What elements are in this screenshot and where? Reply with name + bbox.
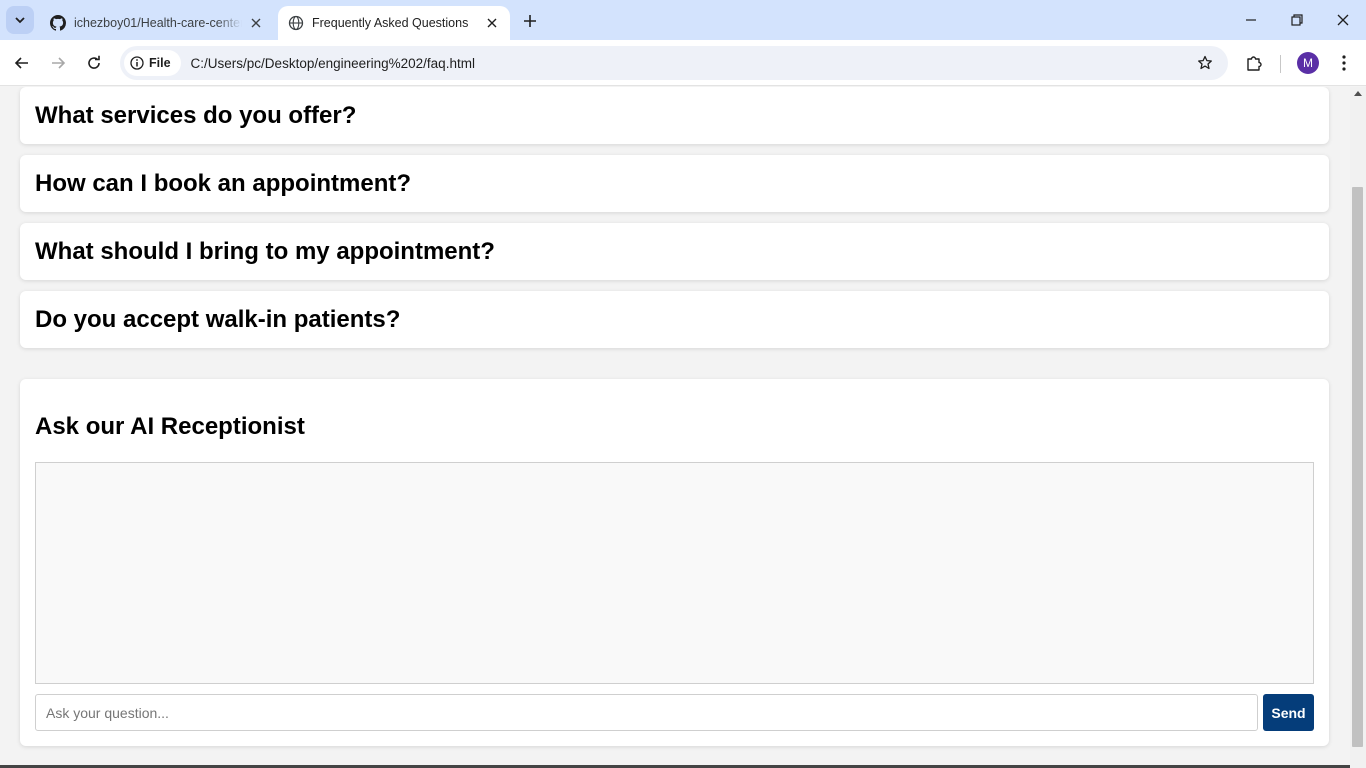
close-icon: [1337, 14, 1349, 26]
send-button[interactable]: Send: [1263, 694, 1314, 731]
faq-item[interactable]: What should I bring to my appointment?: [20, 223, 1329, 280]
chat-log[interactable]: [35, 462, 1314, 684]
puzzle-icon: [1247, 56, 1262, 71]
site-info-chip[interactable]: File: [124, 50, 181, 76]
close-tab-icon[interactable]: [484, 15, 500, 31]
more-vert-icon: [1342, 55, 1346, 71]
faq-item[interactable]: How can I book an appointment?: [20, 155, 1329, 212]
tab-github[interactable]: ichezboy01/Health-care-center: [40, 6, 274, 40]
bookmark-button[interactable]: [1194, 52, 1216, 74]
url-text[interactable]: C:/Users/pc/Desktop/engineering%202/faq.…: [191, 56, 475, 71]
browser-menu-button[interactable]: [1332, 51, 1356, 75]
globe-icon: [288, 15, 304, 31]
close-tab-icon[interactable]: [248, 15, 264, 31]
ai-receptionist-panel: Ask our AI Receptionist Send: [20, 379, 1329, 746]
star-icon: [1198, 55, 1212, 70]
back-button[interactable]: [8, 49, 36, 77]
minimize-icon: [1246, 19, 1256, 21]
reload-button[interactable]: [80, 49, 108, 77]
github-icon: [50, 15, 66, 31]
tab-title: ichezboy01/Health-care-center: [74, 16, 242, 30]
reload-icon: [88, 55, 100, 69]
restore-icon: [1291, 14, 1303, 26]
toolbar-divider: [1280, 55, 1281, 73]
minimize-button[interactable]: [1228, 0, 1274, 40]
tab-search-button[interactable]: [6, 6, 34, 34]
chevron-down-icon: [15, 17, 25, 24]
chat-heading: Ask our AI Receptionist: [35, 413, 305, 440]
close-window-button[interactable]: [1320, 0, 1366, 40]
faq-question: What should I bring to my appointment?: [35, 237, 495, 265]
arrow-right-icon: [52, 57, 66, 69]
info-icon: [130, 56, 144, 70]
address-bar[interactable]: File C:/Users/pc/Desktop/engineering%202…: [120, 46, 1228, 80]
tab-title: Frequently Asked Questions: [312, 16, 469, 30]
forward-button[interactable]: [44, 49, 72, 77]
page-scrollbar[interactable]: [1350, 87, 1366, 768]
new-tab-button[interactable]: [518, 9, 542, 33]
restore-button[interactable]: [1274, 0, 1320, 40]
scrollbar-thumb[interactable]: [1352, 187, 1363, 747]
page-viewport: What services do you offer? How can I bo…: [0, 87, 1350, 768]
profile-avatar[interactable]: M: [1297, 52, 1319, 74]
faq-item[interactable]: Do you accept walk-in patients?: [20, 291, 1329, 348]
tab-strip: ichezboy01/Health-care-center Frequently…: [0, 0, 1366, 40]
faq-item[interactable]: What services do you offer?: [20, 87, 1329, 144]
faq-question: Do you accept walk-in patients?: [35, 305, 401, 333]
faq-question: What services do you offer?: [35, 101, 357, 129]
faq-question: How can I book an appointment?: [35, 169, 412, 197]
question-input[interactable]: [35, 694, 1258, 731]
site-chip-label: File: [149, 56, 171, 70]
scroll-up-arrow-icon[interactable]: [1354, 91, 1362, 96]
extensions-button[interactable]: [1242, 51, 1266, 75]
plus-icon: [524, 15, 536, 27]
tab-faq[interactable]: Frequently Asked Questions: [278, 6, 510, 40]
arrow-left-icon: [14, 57, 28, 69]
browser-toolbar: File C:/Users/pc/Desktop/engineering%202…: [0, 40, 1366, 86]
